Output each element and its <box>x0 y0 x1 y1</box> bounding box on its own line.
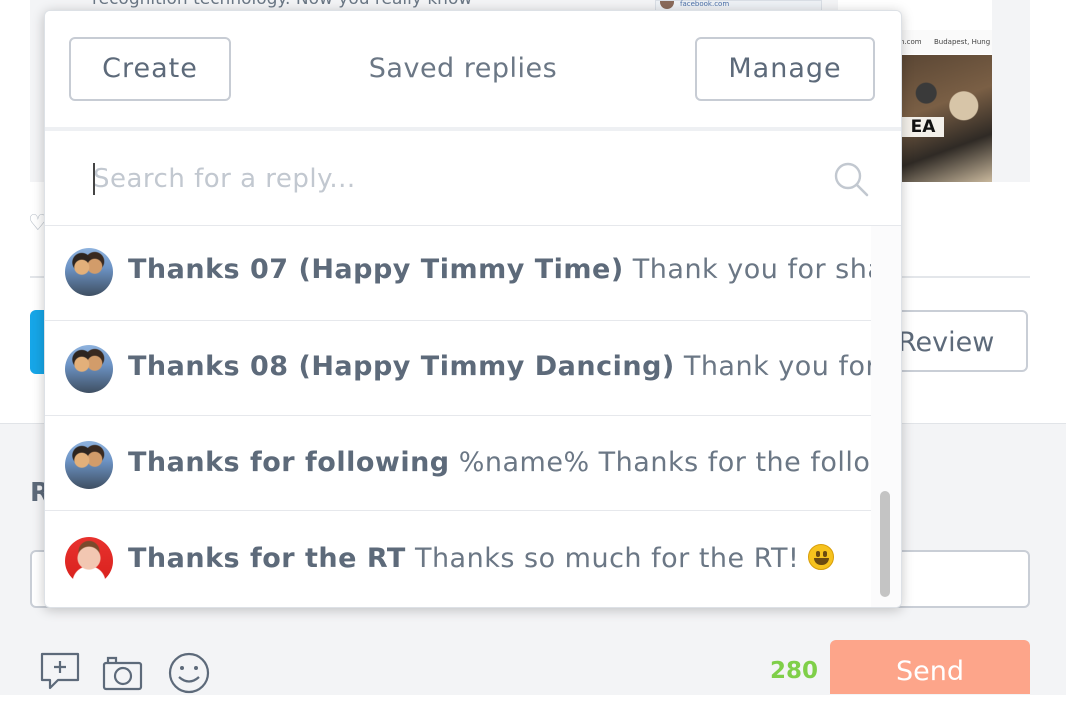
reply-text: Thanks 07 (Happy Timmy Time) Thank you f… <box>128 254 871 285</box>
saved-replies-popover: Create Saved replies Manage Thanks 07 (H… <box>44 10 902 608</box>
manage-button[interactable]: Manage <box>695 37 875 101</box>
avatar <box>65 345 113 393</box>
list-item[interactable]: Thanks for following %name% Thanks for t… <box>45 416 871 511</box>
image-caption-text: n.com <box>900 38 922 46</box>
saved-replies-icon[interactable] <box>40 652 82 692</box>
popover-header: Create Saved replies Manage <box>45 11 901 131</box>
reply-body: Thank you for shar <box>683 351 871 382</box>
avatar <box>65 248 113 296</box>
camera-icon[interactable] <box>102 655 144 691</box>
send-button[interactable]: Send <box>830 640 1030 694</box>
list-item[interactable]: Thanks 07 (Happy Timmy Time) Thank you f… <box>45 226 871 321</box>
scrollbar-thumb[interactable] <box>880 491 890 597</box>
avatar <box>660 1 674 9</box>
text-cursor <box>93 163 95 195</box>
review-button-label: Review <box>898 327 995 358</box>
reply-body: Thank you for sharing <box>632 254 871 285</box>
search-row <box>45 131 901 226</box>
list-item[interactable]: Thanks 08 (Happy Timmy Dancing) Thank yo… <box>45 321 871 416</box>
avatar <box>65 441 113 489</box>
character-count: 280 <box>770 658 819 684</box>
saved-replies-list: Thanks 07 (Happy Timmy Time) Thank you f… <box>45 226 871 607</box>
search-icon[interactable] <box>833 161 869 197</box>
emoji-icon[interactable] <box>168 652 210 694</box>
reply-name: Thanks for the RT <box>128 543 406 574</box>
reply-text: Thanks for following %name% Thanks for t… <box>128 447 871 478</box>
post-snippet: recognition technology. Now you really k… <box>92 0 472 9</box>
create-button[interactable]: Create <box>69 37 231 101</box>
image-location-text: Budapest, Hung <box>934 38 991 46</box>
store-sign-text: EA <box>902 117 944 137</box>
search-input[interactable] <box>93 157 813 201</box>
store-photo: EA <box>898 55 992 182</box>
list-item[interactable]: Thanks for the RT Thanks so much for the… <box>45 511 871 606</box>
reply-body: %name% Thanks for the follow! :- <box>458 447 871 478</box>
reply-text: Thanks for the RT Thanks so much for the… <box>128 543 835 574</box>
popover-title: Saved replies <box>368 53 558 84</box>
reply-name: Thanks 07 (Happy Timmy Time) <box>128 254 624 285</box>
reply-body: Thanks so much for the RT! <box>414 543 800 574</box>
avatar <box>65 537 113 585</box>
link-source: facebook.com <box>680 0 730 8</box>
reply-name: Thanks for following <box>128 447 450 478</box>
reply-name: Thanks 08 (Happy Timmy Dancing) <box>128 351 675 382</box>
reply-text: Thanks 08 (Happy Timmy Dancing) Thank yo… <box>128 351 871 382</box>
grinning-face-icon <box>808 544 835 570</box>
